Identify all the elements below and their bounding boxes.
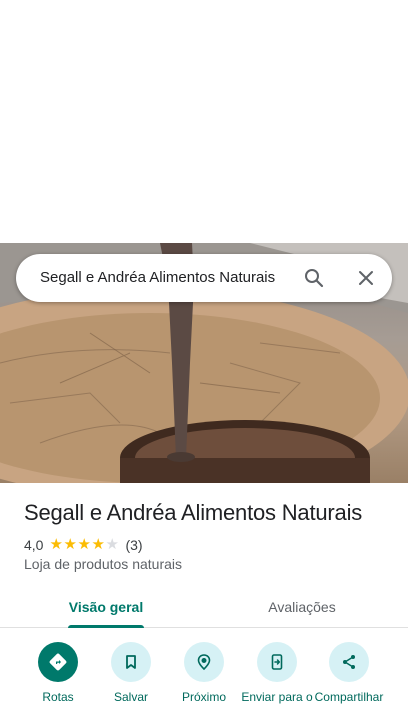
nearby-icon	[184, 642, 224, 682]
rating-row[interactable]: 4,0 ★ ★ ★ ★ ★ (3)	[24, 536, 143, 554]
save-button[interactable]: Salvar	[92, 642, 170, 704]
rating-value: 4,0	[24, 537, 44, 553]
tab-overview-label: Visão geral	[68, 598, 144, 615]
close-icon[interactable]	[354, 266, 378, 290]
directions-icon	[38, 642, 78, 682]
star-empty-icon: ★	[105, 536, 119, 553]
star-icon: ★	[49, 536, 63, 553]
map-blank-area	[0, 0, 408, 243]
tab-reviews-label: Avaliações	[268, 598, 336, 615]
search-bar[interactable]: Segall e Andréa Alimentos Naturais	[16, 254, 392, 302]
star-rating: ★ ★ ★ ★ ★	[49, 537, 119, 553]
send-to-phone-icon	[257, 642, 297, 682]
search-icon[interactable]	[302, 266, 326, 290]
place-title: Segall e Andréa Alimentos Naturais	[24, 500, 363, 525]
share-label: Compartilhar	[314, 690, 384, 704]
star-icon: ★	[63, 536, 77, 553]
directions-button[interactable]: Rotas	[19, 642, 97, 704]
review-count[interactable]: (3)	[125, 537, 142, 553]
save-label: Salvar	[113, 690, 148, 704]
send-to-phone-label: Enviar para o	[241, 690, 313, 704]
share-button[interactable]: Compartilhar	[310, 642, 388, 704]
share-icon	[329, 642, 369, 682]
star-icon: ★	[77, 536, 91, 553]
action-bar: Rotas Salvar Próximo Enviar para o Compa…	[0, 642, 408, 726]
nearby-button[interactable]: Próximo	[165, 642, 243, 704]
star-icon: ★	[91, 536, 105, 553]
tab-overview[interactable]: Visão geral	[40, 586, 172, 628]
tab-selected-indicator	[68, 625, 144, 628]
tab-reviews[interactable]: Avaliações	[236, 586, 368, 627]
nearby-label: Próximo	[181, 690, 226, 704]
bookmark-icon	[111, 642, 151, 682]
search-input[interactable]: Segall e Andréa Alimentos Naturais	[40, 269, 275, 286]
directions-label: Rotas	[42, 690, 74, 704]
tab-bar: Visão geral Avaliações	[0, 586, 408, 628]
place-category: Loja de produtos naturais	[24, 556, 182, 572]
send-to-phone-button[interactable]: Enviar para o	[238, 642, 316, 704]
